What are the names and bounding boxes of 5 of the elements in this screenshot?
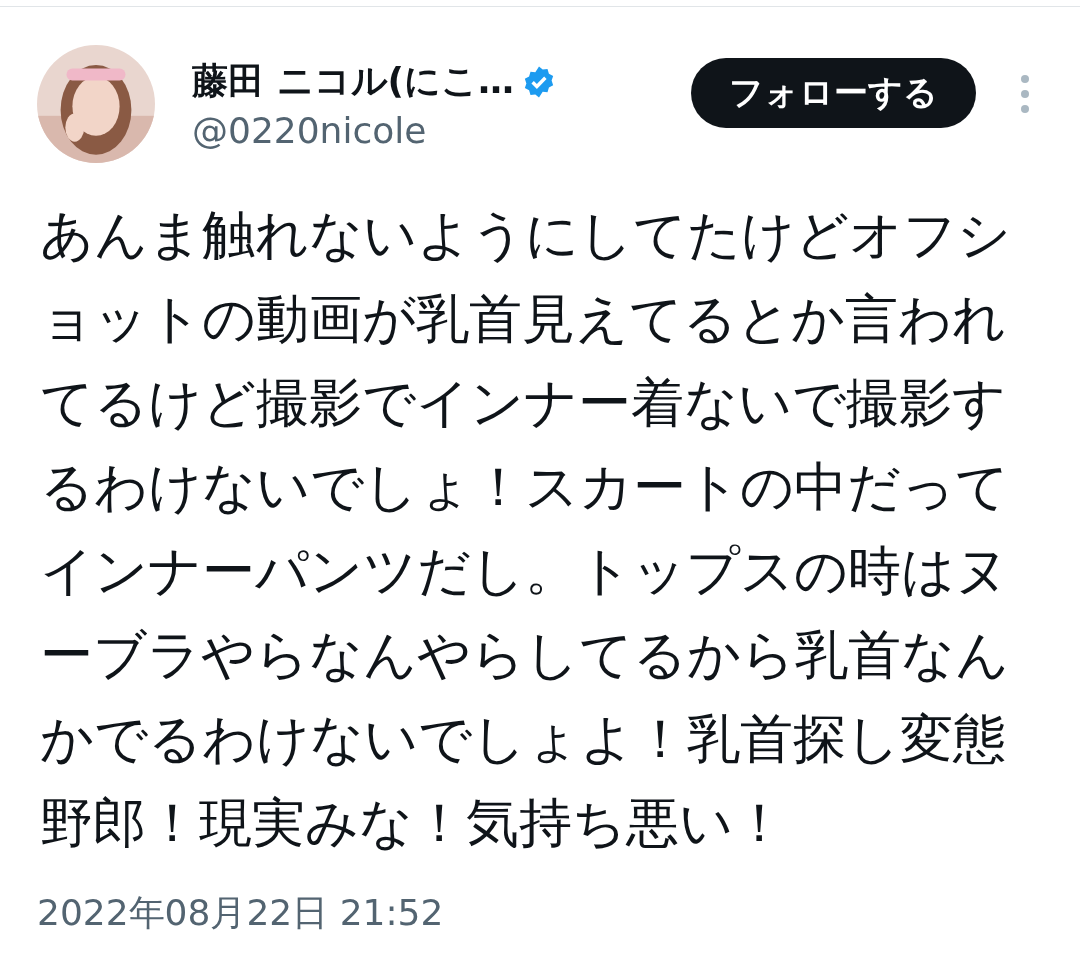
author-handle[interactable]: @0220nicole <box>192 110 691 151</box>
tweet-text: あんま触れないようにしてたけどオフショットの動画が乳首見えてるとか言われてるけど撮影でインナー着ないで撮影するわけないでしょ！スカートの中だってインナーパンツだし。トップスの時はヌーブラやらなんやらしてるから乳首なんかでるわけないでしょよ！乳首探し変態野郎！現実みな！気持ち悪い！ <box>40 203 1012 855</box>
author-name[interactable]: 藤田 ニコル(にこ… <box>192 57 514 106</box>
follow-button[interactable]: フォローする <box>691 58 976 128</box>
tweet-timestamp[interactable]: 2022年08月22日 21:52 <box>37 889 1040 938</box>
